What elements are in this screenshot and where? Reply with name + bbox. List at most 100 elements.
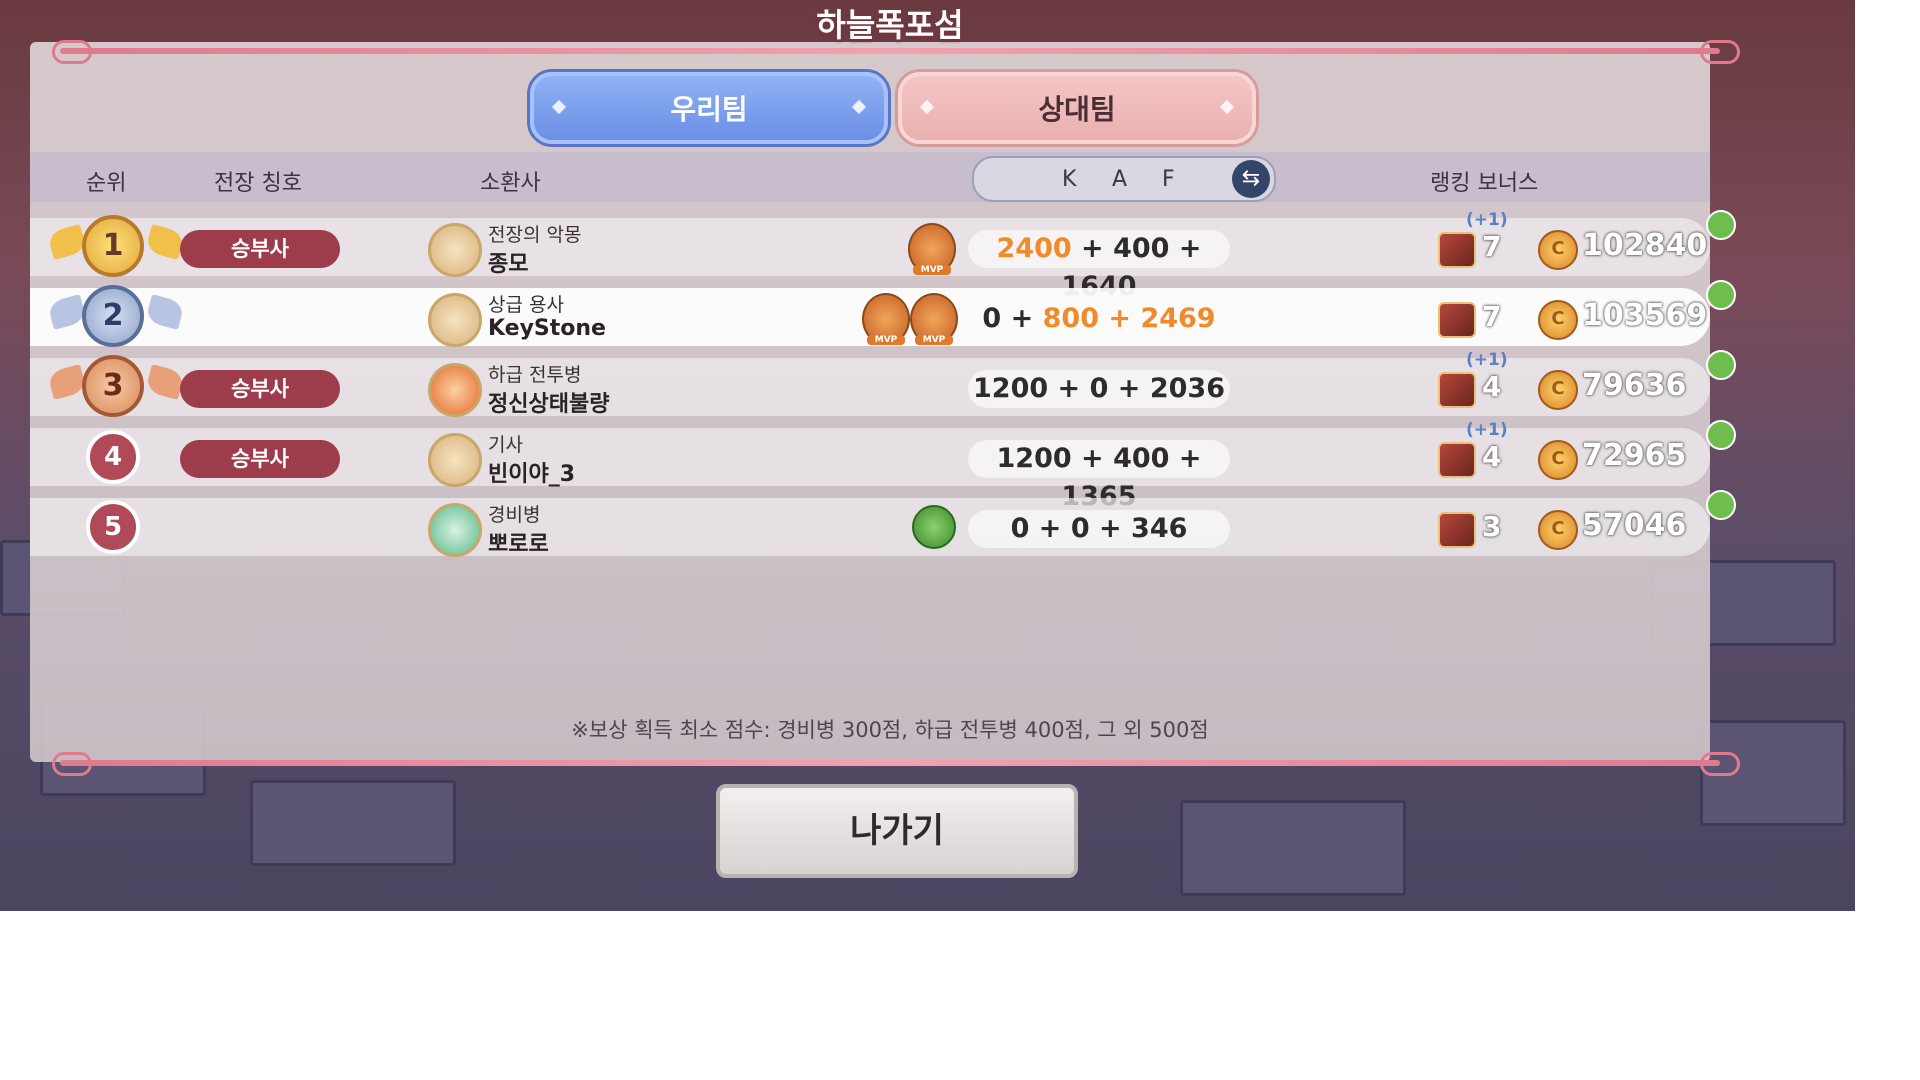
bottom-ribbon (60, 760, 1720, 766)
kaf-score: 1200 + 0 + 2036 (968, 370, 1230, 408)
kaf-column-toggle: K A F ⇆ (972, 156, 1276, 202)
summoner-rank: 전장의 악몽 (488, 224, 582, 246)
leaf-icon (1706, 490, 1736, 520)
chest-icon (1438, 302, 1476, 338)
rank-number-icon: 4 (86, 430, 140, 484)
summoner-rank: 상급 용사 (488, 294, 564, 316)
summoner-name: 빈이야_3 (488, 462, 576, 487)
bonus-plus: (+1) (1466, 350, 1508, 370)
reward-notice: ※보상 획득 최소 점수: 경비병 300점, 하급 전투병 400점, 그 외… (571, 718, 1209, 742)
chest-icon (1438, 232, 1476, 268)
header-f: F (1162, 167, 1175, 192)
ribbon-ornament (52, 40, 92, 64)
table-row[interactable]: 3 승부사 하급 전투병 정신상태불량 1200 + 0 + 2036 (+1)… (30, 350, 1736, 417)
bonus-plus: (+1) (1466, 420, 1508, 440)
coin-reward: 102840 (1582, 228, 1708, 263)
chest-icon (1438, 512, 1476, 548)
rank-number-icon: 5 (86, 500, 140, 554)
wing-icon (46, 294, 88, 330)
sprout-icon (912, 505, 956, 549)
avatar (428, 223, 482, 277)
table-row[interactable]: 5 경비병 뽀로로 0 + 0 + 346 3 C 57046 (30, 490, 1736, 557)
ribbon-ornament (1700, 752, 1740, 776)
chest-count: 7 (1482, 300, 1502, 333)
mvp-kill-icon: MVP (908, 223, 956, 275)
mvp-assist-icon: MVP (862, 293, 910, 345)
coin-icon: C (1538, 300, 1578, 340)
rank-medal-icon: 1 (82, 215, 144, 277)
table-row[interactable]: 2 상급 용사 KeyStone MVP MVP 0 + 800 + 2469 … (30, 280, 1736, 347)
header-ranking-bonus: 랭킹 보너스 (1430, 171, 1539, 196)
header-k: K (1062, 167, 1077, 192)
avatar (428, 293, 482, 347)
tab-enemy-team[interactable]: 상대팀 (898, 72, 1256, 144)
summoner-name: 정신상태불량 (488, 392, 610, 417)
coin-icon: C (1538, 370, 1578, 410)
avatar (428, 433, 482, 487)
avatar (428, 503, 482, 557)
diamond-icon (851, 99, 867, 115)
coin-reward: 57046 (1582, 508, 1687, 543)
game-scene: 하늘폭포섬 우리팀 상대팀 순위 전장 칭호 소환사 K A F ⇆ 랭킹 보너… (0, 0, 1855, 911)
header-battle-title: 전장 칭호 (214, 171, 302, 196)
ribbon-ornament (1700, 40, 1740, 64)
battle-title-badge: 승부사 (180, 370, 340, 408)
summoner-name: KeyStone (488, 316, 606, 341)
avatar (428, 363, 482, 417)
bonus-plus: (+1) (1466, 210, 1508, 230)
coin-icon: C (1538, 230, 1578, 270)
wing-icon (144, 364, 186, 400)
summoner-name: 종모 (488, 252, 529, 277)
diamond-icon (551, 99, 567, 115)
battle-title-badge: 승부사 (180, 440, 340, 478)
mvp-flag-icon: MVP (910, 293, 958, 345)
summoner-rank: 하급 전투병 (488, 364, 582, 386)
leaf-icon (1706, 280, 1736, 310)
summoner-rank: 경비병 (488, 504, 541, 526)
header-rank: 순위 (86, 171, 127, 196)
coin-reward: 103569 (1582, 298, 1708, 333)
chest-count: 4 (1482, 440, 1502, 473)
battle-title-badge: 승부사 (180, 230, 340, 268)
wing-icon (46, 364, 88, 400)
table-row[interactable]: 4 승부사 기사 빈이야_3 1200 + 400 + 1365 (+1) 4 … (30, 420, 1736, 512)
table-header: 순위 전장 칭호 소환사 K A F ⇆ 랭킹 보너스 (30, 152, 1710, 202)
kaf-score: 2400 + 400 + 1640 (968, 230, 1230, 302)
rank-medal-icon: 2 (82, 285, 144, 347)
tab-our-team[interactable]: 우리팀 (530, 72, 888, 144)
rank-medal-icon: 3 (82, 355, 144, 417)
table-row[interactable]: 1 승부사 전장의 악몽 종모 MVP 2400 + 400 + 1640 (+… (30, 210, 1736, 302)
tab-our-team-label: 우리팀 (670, 93, 748, 126)
diamond-icon (1219, 99, 1235, 115)
header-a: A (1112, 167, 1128, 192)
wing-icon (46, 224, 88, 260)
leaf-icon (1706, 420, 1736, 450)
header-summoner: 소환사 (480, 171, 541, 196)
coin-reward: 79636 (1582, 368, 1687, 403)
background-stone (1180, 800, 1406, 896)
chest-count: 7 (1482, 230, 1502, 263)
coin-icon: C (1538, 440, 1578, 480)
leaf-icon (1706, 210, 1736, 240)
chest-icon (1438, 372, 1476, 408)
chest-count: 4 (1482, 370, 1502, 403)
leaf-icon (1706, 350, 1736, 380)
coin-icon: C (1538, 510, 1578, 550)
wing-icon (144, 294, 186, 330)
top-ribbon (60, 48, 1720, 54)
swap-icon[interactable]: ⇆ (1232, 160, 1270, 198)
summoner-rank: 기사 (488, 434, 523, 456)
coin-reward: 72965 (1582, 438, 1687, 473)
chest-icon (1438, 442, 1476, 478)
kaf-score: 0 + 800 + 2469 (982, 303, 1216, 334)
ribbon-ornament (52, 752, 92, 776)
kaf-score: 0 + 0 + 346 (968, 510, 1230, 548)
chest-count: 3 (1482, 510, 1502, 543)
wing-icon (144, 224, 186, 260)
background-stone (250, 780, 456, 866)
diamond-icon (919, 99, 935, 115)
exit-button[interactable]: 나가기 (716, 784, 1078, 878)
tab-enemy-team-label: 상대팀 (1038, 93, 1116, 126)
page-title: 하늘폭포섬 (816, 6, 964, 44)
kaf-score: 1200 + 400 + 1365 (968, 440, 1230, 512)
